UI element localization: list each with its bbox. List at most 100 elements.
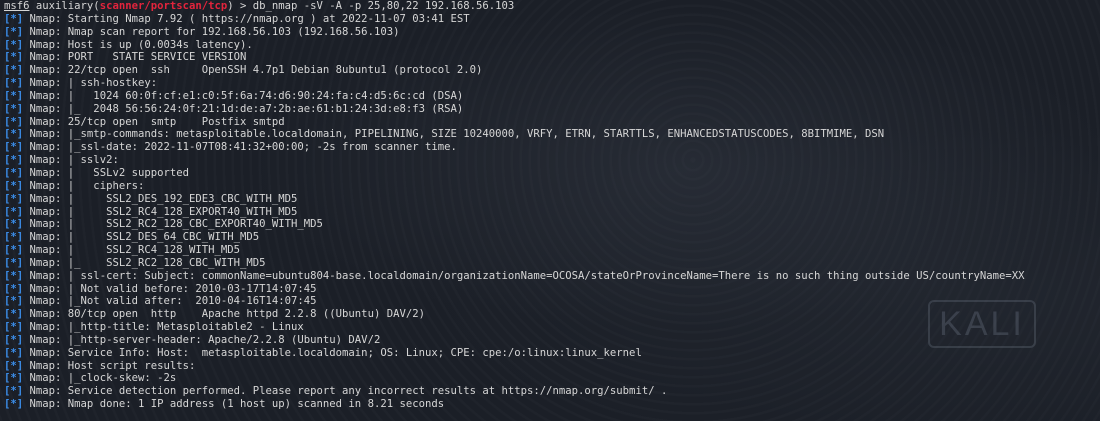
info-tag: [*] bbox=[4, 115, 24, 128]
output-line-text: Nmap: Service Info: Host: metasploitable… bbox=[29, 346, 642, 359]
prompt-command: db_nmap -sV -A -p 25,80,22 192.168.56.10… bbox=[252, 0, 515, 12]
output-line: [*] Nmap: | SSL2_RC4_128_EXPORT40_WITH_M… bbox=[4, 206, 1096, 219]
terminal-output[interactable]: msf6 auxiliary(scanner/portscan/tcp) > d… bbox=[4, 0, 1096, 411]
output-line: [*] Nmap: Service Info: Host: metasploit… bbox=[4, 347, 1096, 360]
output-line-text: Nmap: 80/tcp open http Apache httpd 2.2.… bbox=[29, 308, 425, 321]
output-line-text: Nmap: | SSL2_DES_192_EDE3_CBC_WITH_MD5 bbox=[29, 192, 298, 205]
output-line-text: Nmap: Starting Nmap 7.92 ( https://nmap.… bbox=[29, 12, 470, 25]
output-line-text: Nmap: Host script results: bbox=[29, 359, 196, 372]
info-tag: [*] bbox=[4, 231, 24, 244]
info-tag: [*] bbox=[4, 295, 24, 308]
output-line: [*] Nmap: | sslv2: bbox=[4, 154, 1096, 167]
output-line-text: Nmap: Service detection performed. Pleas… bbox=[29, 385, 668, 398]
output-line: [*] Nmap: | Not valid before: 2010-03-17… bbox=[4, 283, 1096, 296]
output-line-text: Nmap: |_ 2048 56:56:24:0f:21:1d:de:a7:2b… bbox=[29, 102, 464, 115]
info-tag: [*] bbox=[4, 218, 24, 231]
output-line: [*] Nmap: 80/tcp open http Apache httpd … bbox=[4, 308, 1096, 321]
output-line: [*] Nmap: |_smtp-commands: metasploitabl… bbox=[4, 128, 1096, 141]
output-line: [*] Nmap: |_http-server-header: Apache/2… bbox=[4, 334, 1096, 347]
info-tag: [*] bbox=[4, 128, 24, 141]
info-tag: [*] bbox=[4, 308, 24, 321]
prompt-shell: msf6 bbox=[4, 0, 30, 12]
output-line: [*] Nmap: |_clock-skew: -2s bbox=[4, 372, 1096, 385]
output-line: [*] Nmap: |_Not valid after: 2010-04-16T… bbox=[4, 295, 1096, 308]
output-line: [*] Nmap: | 1024 60:0f:cf:e1:c0:5f:6a:74… bbox=[4, 90, 1096, 103]
info-tag: [*] bbox=[4, 346, 24, 359]
output-line-text: Nmap: Nmap done: 1 IP address (1 host up… bbox=[29, 398, 445, 411]
output-line: [*] Nmap: |_ssl-date: 2022-11-07T08:41:3… bbox=[4, 141, 1096, 154]
output-line-text: Nmap: |_Not valid after: 2010-04-16T14:0… bbox=[29, 295, 317, 308]
output-line: [*] Nmap: PORT STATE SERVICE VERSION bbox=[4, 51, 1096, 64]
info-tag: [*] bbox=[4, 321, 24, 334]
output-line-text: Nmap: |_clock-skew: -2s bbox=[29, 372, 177, 385]
output-line-text: Nmap: | sslv2: bbox=[29, 154, 119, 167]
output-line: [*] Nmap: | SSL2_RC2_128_CBC_EXPORT40_WI… bbox=[4, 218, 1096, 231]
output-line-text: Nmap: | SSL2_RC4_128_WITH_MD5 bbox=[29, 244, 241, 257]
info-tag: [*] bbox=[4, 77, 24, 90]
info-tag: [*] bbox=[4, 141, 24, 154]
output-line-text: Nmap: |_ssl-date: 2022-11-07T08:41:32+00… bbox=[29, 141, 457, 154]
info-tag: [*] bbox=[4, 333, 24, 346]
info-tag: [*] bbox=[4, 166, 24, 179]
output-line: [*] Nmap: | ssl-cert: Subject: commonNam… bbox=[4, 270, 1096, 283]
prompt-module-suffix: ) > bbox=[227, 0, 253, 12]
info-tag: [*] bbox=[4, 256, 24, 269]
output-line: [*] Nmap: |_ SSL2_RC2_128_CBC_WITH_MD5 bbox=[4, 257, 1096, 270]
info-tag: [*] bbox=[4, 12, 24, 25]
output-line: [*] Nmap: | SSL2_RC4_128_WITH_MD5 bbox=[4, 244, 1096, 257]
nmap-output: [*] Nmap: Starting Nmap 7.92 ( https://n… bbox=[4, 13, 1096, 411]
output-line: [*] Nmap: Nmap done: 1 IP address (1 hos… bbox=[4, 398, 1096, 411]
info-tag: [*] bbox=[4, 25, 24, 38]
output-line-text: Nmap: | SSLv2 supported bbox=[29, 166, 189, 179]
command-prompt-line: msf6 auxiliary(scanner/portscan/tcp) > d… bbox=[4, 0, 1096, 13]
output-line-text: Nmap: 25/tcp open smtp Postfix smtpd bbox=[29, 115, 285, 128]
output-line-text: Nmap: | SSL2_RC2_128_CBC_EXPORT40_WITH_M… bbox=[29, 218, 323, 231]
info-tag: [*] bbox=[4, 154, 24, 167]
info-tag: [*] bbox=[4, 38, 24, 51]
output-line: [*] Nmap: | ciphers: bbox=[4, 180, 1096, 193]
output-line: [*] Nmap: Nmap scan report for 192.168.5… bbox=[4, 26, 1096, 39]
info-tag: [*] bbox=[4, 51, 24, 64]
output-line-text: Nmap: 22/tcp open ssh OpenSSH 4.7p1 Debi… bbox=[29, 64, 483, 77]
info-tag: [*] bbox=[4, 205, 24, 218]
info-tag: [*] bbox=[4, 64, 24, 77]
output-line-text: Nmap: PORT STATE SERVICE VERSION bbox=[29, 51, 247, 64]
info-tag: [*] bbox=[4, 179, 24, 192]
output-line: [*] Nmap: Service detection performed. P… bbox=[4, 385, 1096, 398]
info-tag: [*] bbox=[4, 359, 24, 372]
info-tag: [*] bbox=[4, 385, 24, 398]
output-line-text: Nmap: |_ SSL2_RC2_128_CBC_WITH_MD5 bbox=[29, 256, 266, 269]
output-line-text: Nmap: | SSL2_RC4_128_EXPORT40_WITH_MD5 bbox=[29, 205, 298, 218]
output-line: [*] Nmap: | SSLv2 supported bbox=[4, 167, 1096, 180]
info-tag: [*] bbox=[4, 372, 24, 385]
output-line: [*] Nmap: |_ 2048 56:56:24:0f:21:1d:de:a… bbox=[4, 103, 1096, 116]
output-line-text: Nmap: | 1024 60:0f:cf:e1:c0:5f:6a:74:d6:… bbox=[29, 89, 464, 102]
output-line: [*] Nmap: Host is up (0.0034s latency). bbox=[4, 39, 1096, 52]
output-line: [*] Nmap: |_http-title: Metasploitable2 … bbox=[4, 321, 1096, 334]
prompt-module-prefix: auxiliary( bbox=[29, 0, 100, 12]
info-tag: [*] bbox=[4, 89, 24, 102]
output-line-text: Nmap: | SSL2_DES_64_CBC_WITH_MD5 bbox=[29, 231, 260, 244]
info-tag: [*] bbox=[4, 269, 24, 282]
output-line-text: Nmap: |_smtp-commands: metasploitable.lo… bbox=[29, 128, 885, 141]
output-line: [*] Nmap: | SSL2_DES_192_EDE3_CBC_WITH_M… bbox=[4, 193, 1096, 206]
output-line: [*] Nmap: Host script results: bbox=[4, 360, 1096, 373]
output-line-text: Nmap: | ssl-cert: Subject: commonName=ub… bbox=[29, 269, 1025, 282]
output-line-text: Nmap: Nmap scan report for 192.168.56.10… bbox=[29, 25, 400, 38]
info-tag: [*] bbox=[4, 282, 24, 295]
output-line: [*] Nmap: Starting Nmap 7.92 ( https://n… bbox=[4, 13, 1096, 26]
info-tag: [*] bbox=[4, 192, 24, 205]
info-tag: [*] bbox=[4, 102, 24, 115]
prompt-module-name: scanner/portscan/tcp bbox=[99, 0, 228, 12]
info-tag: [*] bbox=[4, 398, 24, 411]
output-line: [*] Nmap: 22/tcp open ssh OpenSSH 4.7p1 … bbox=[4, 64, 1096, 77]
output-line: [*] Nmap: | SSL2_DES_64_CBC_WITH_MD5 bbox=[4, 231, 1096, 244]
output-line-text: Nmap: | ciphers: bbox=[29, 179, 145, 192]
output-line-text: Nmap: |_http-title: Metasploitable2 - Li… bbox=[29, 321, 304, 334]
output-line-text: Nmap: Host is up (0.0034s latency). bbox=[29, 38, 253, 51]
output-line-text: Nmap: |_http-server-header: Apache/2.2.8… bbox=[29, 333, 381, 346]
output-line-text: Nmap: | ssh-hostkey: bbox=[29, 77, 158, 90]
output-line-text: Nmap: | Not valid before: 2010-03-17T14:… bbox=[29, 282, 317, 295]
output-line: [*] Nmap: 25/tcp open smtp Postfix smtpd bbox=[4, 116, 1096, 129]
output-line: [*] Nmap: | ssh-hostkey: bbox=[4, 77, 1096, 90]
